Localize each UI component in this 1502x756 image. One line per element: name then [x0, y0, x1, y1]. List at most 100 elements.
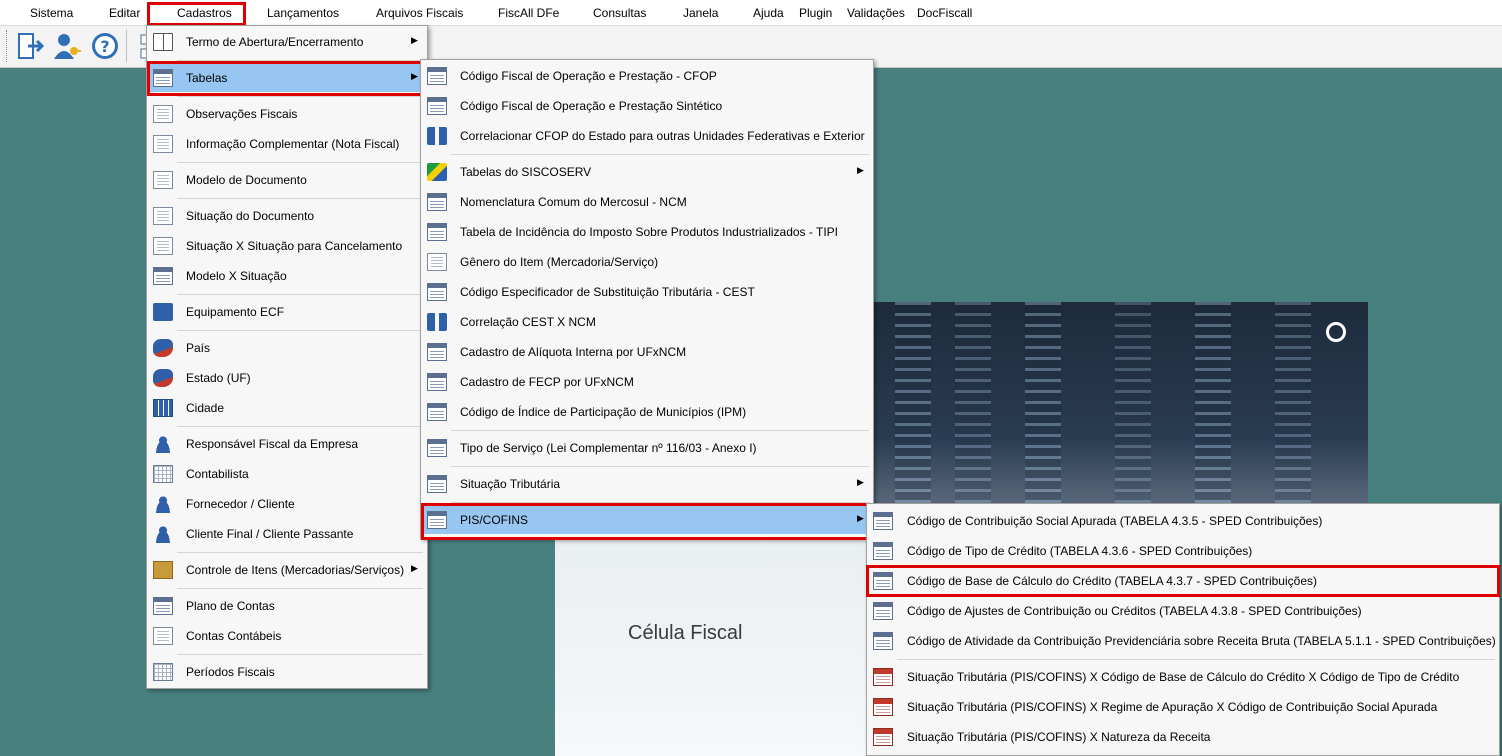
table-icon	[427, 373, 447, 391]
menu-item-modelo-situacao[interactable]: Modelo X Situação	[147, 262, 427, 290]
menu-lancamentos[interactable]: Lançamentos	[267, 6, 339, 20]
pis-item-tipo-credito[interactable]: Código de Tipo de Crédito (TABELA 4.3.6 …	[867, 537, 1499, 565]
menu-ajuda[interactable]: Ajuda	[753, 6, 784, 20]
red-table-icon	[873, 698, 893, 716]
menu-consultas[interactable]: Consultas	[593, 6, 646, 20]
submenu-item-aliquota-interna[interactable]: Cadastro de Alíquota Interna por UFxNCM	[421, 338, 873, 366]
country-map-icon	[153, 339, 173, 357]
table-percent-icon	[427, 475, 447, 493]
submenu-item-cfop-sintetico[interactable]: Código Fiscal de Operação e Prestação Si…	[421, 92, 873, 120]
menu-item-tabelas[interactable]: Tabelas ▶	[147, 64, 427, 92]
correlation-icon	[427, 313, 447, 331]
menu-janela[interactable]: Janela	[683, 6, 718, 20]
menu-editar[interactable]: Editar	[109, 6, 140, 20]
menu-cadastros[interactable]: Cadastros	[177, 6, 232, 20]
menu-item-observacoes-fiscais[interactable]: Observações Fiscais	[147, 100, 427, 128]
grid-icon	[153, 465, 173, 483]
submenu-item-situacao-tributaria[interactable]: Situação Tributária ▶	[421, 470, 873, 498]
submenu-item-genero-item[interactable]: Gênero do Item (Mercadoria/Serviço)	[421, 248, 873, 276]
accounts-icon	[153, 627, 173, 645]
submenu-item-tipi[interactable]: Tabela de Incidência do Imposto Sobre Pr…	[421, 218, 873, 246]
menu-item-estado[interactable]: Estado (UF)	[147, 364, 427, 392]
table-add-icon	[427, 403, 447, 421]
menu-fiscall-dfe[interactable]: FiscAll DFe	[498, 6, 559, 20]
table-icon	[427, 511, 447, 529]
user-key-icon	[54, 34, 81, 59]
pis-item-base-calculo-credito[interactable]: Código de Base de Cálculo do Crédito (TA…	[867, 567, 1499, 595]
submenu-arrow-icon: ▶	[857, 513, 864, 523]
menu-item-equipamento-ecf[interactable]: Equipamento ECF	[147, 298, 427, 326]
menu-item-cliente-final[interactable]: Cliente Final / Cliente Passante	[147, 520, 427, 548]
box-clock-icon	[153, 561, 173, 579]
money-doc-icon	[427, 253, 447, 271]
chart-of-accounts-icon	[153, 597, 173, 615]
toolbar-separator	[126, 30, 127, 62]
menu-arquivos-fiscais[interactable]: Arquivos Fiscais	[376, 6, 463, 20]
menu-item-situacao-cancelamento[interactable]: Situação X Situação para Cancelamento	[147, 232, 427, 260]
menu-item-cidade[interactable]: Cidade	[147, 394, 427, 422]
menu-item-modelo-documento[interactable]: Modelo de Documento	[147, 166, 427, 194]
submenu-item-ipm[interactable]: Código de Índice de Participação de Muni…	[421, 398, 873, 426]
menu-item-plano-contas[interactable]: Plano de Contas	[147, 592, 427, 620]
menu-item-pais[interactable]: País	[147, 334, 427, 362]
pis-cofins-submenu: Código de Contribuição Social Apurada (T…	[866, 503, 1500, 756]
svg-text:?: ?	[100, 37, 109, 56]
pis-item-st-regime-apuracao[interactable]: Situação Tributária (PIS/COFINS) X Regim…	[867, 693, 1499, 721]
city-icon	[153, 399, 173, 417]
document-info-icon	[153, 207, 173, 225]
document-add-icon	[153, 135, 173, 153]
submenu-item-cest[interactable]: Código Especificador de Substituição Tri…	[421, 278, 873, 306]
toolbar-grip[interactable]	[6, 30, 9, 62]
table-tools-icon	[427, 439, 447, 457]
pis-item-st-natureza-receita[interactable]: Situação Tributária (PIS/COFINS) X Natur…	[867, 723, 1499, 751]
menu-plugin[interactable]: Plugin	[799, 6, 832, 20]
menu-item-controle-itens[interactable]: Controle de Itens (Mercadorias/Serviços)…	[147, 556, 427, 584]
submenu-item-pis-cofins[interactable]: PIS/COFINS ▶	[421, 506, 873, 534]
menu-validacoes[interactable]: Validações	[847, 6, 905, 20]
red-table-icon	[873, 728, 893, 746]
menu-item-termo-abertura[interactable]: Termo de Abertura/Encerramento ▶	[147, 28, 427, 56]
pis-item-atividade-previdenciaria[interactable]: Código de Atividade da Contribuição Prev…	[867, 627, 1499, 655]
pis-item-contribuicao-social[interactable]: Código de Contribuição Social Apurada (T…	[867, 507, 1499, 535]
tipi-table-icon	[427, 223, 447, 241]
menu-item-contas-contabeis[interactable]: Contas Contábeis	[147, 622, 427, 650]
document-warning-icon	[153, 237, 173, 255]
submenu-arrow-icon: ▶	[411, 35, 418, 45]
splash-title: Célula Fiscal	[628, 622, 743, 644]
submenu-item-fecp[interactable]: Cadastro de FECP por UFxNCM	[421, 368, 873, 396]
ecf-icon	[153, 303, 173, 321]
submenu-item-siscoserv[interactable]: Tabelas do SISCOSERV ▶	[421, 158, 873, 186]
help-button[interactable]: ?	[88, 29, 122, 63]
submenu-item-tipo-servico[interactable]: Tipo de Serviço (Lei Complementar nº 116…	[421, 434, 873, 462]
submenu-item-ncm[interactable]: Nomenclatura Comum do Mercosul - NCM	[421, 188, 873, 216]
ncm-table-icon	[427, 193, 447, 211]
cfop-table-icon	[427, 97, 447, 115]
table-dollar-icon	[873, 602, 893, 620]
menu-item-periodos-fiscais[interactable]: Períodos Fiscais	[147, 658, 427, 686]
table-info-icon	[153, 267, 173, 285]
menu-docfiscall[interactable]: DocFiscall	[917, 6, 972, 20]
submenu-item-correlacionar-cfop[interactable]: Correlacionar CFOP do Estado para outras…	[421, 122, 873, 150]
menu-item-contabilista[interactable]: Contabilista	[147, 460, 427, 488]
menu-item-informacao-complementar[interactable]: Informação Complementar (Nota Fiscal)	[147, 130, 427, 158]
user-key-button[interactable]	[50, 29, 84, 63]
menu-item-fornecedor-cliente[interactable]: Fornecedor / Cliente	[147, 490, 427, 518]
submenu-arrow-icon: ▶	[857, 477, 864, 487]
submenu-item-cfop[interactable]: Código Fiscal de Operação e Prestação - …	[421, 62, 873, 90]
money-table-icon	[427, 343, 447, 361]
menu-sistema[interactable]: Sistema	[30, 6, 73, 20]
menu-item-situacao-documento[interactable]: Situação do Documento	[147, 202, 427, 230]
person-icon	[153, 435, 173, 453]
cest-table-icon	[427, 283, 447, 301]
brazil-flag-icon	[427, 163, 447, 181]
submenu-arrow-icon: ▶	[411, 563, 418, 573]
pis-item-st-base-tipo-credito[interactable]: Situação Tributária (PIS/COFINS) X Códig…	[867, 663, 1499, 691]
cfop-table-icon	[427, 67, 447, 85]
book-icon	[153, 33, 173, 51]
exit-button[interactable]	[14, 29, 48, 63]
menu-item-responsavel-fiscal[interactable]: Responsável Fiscal da Empresa	[147, 430, 427, 458]
submenu-item-cest-ncm[interactable]: Correlação CEST X NCM	[421, 308, 873, 336]
tabelas-submenu: Código Fiscal de Operação e Prestação - …	[420, 59, 874, 539]
red-table-icon	[873, 668, 893, 686]
pis-item-ajustes[interactable]: Código de Ajustes de Contribuição ou Cré…	[867, 597, 1499, 625]
